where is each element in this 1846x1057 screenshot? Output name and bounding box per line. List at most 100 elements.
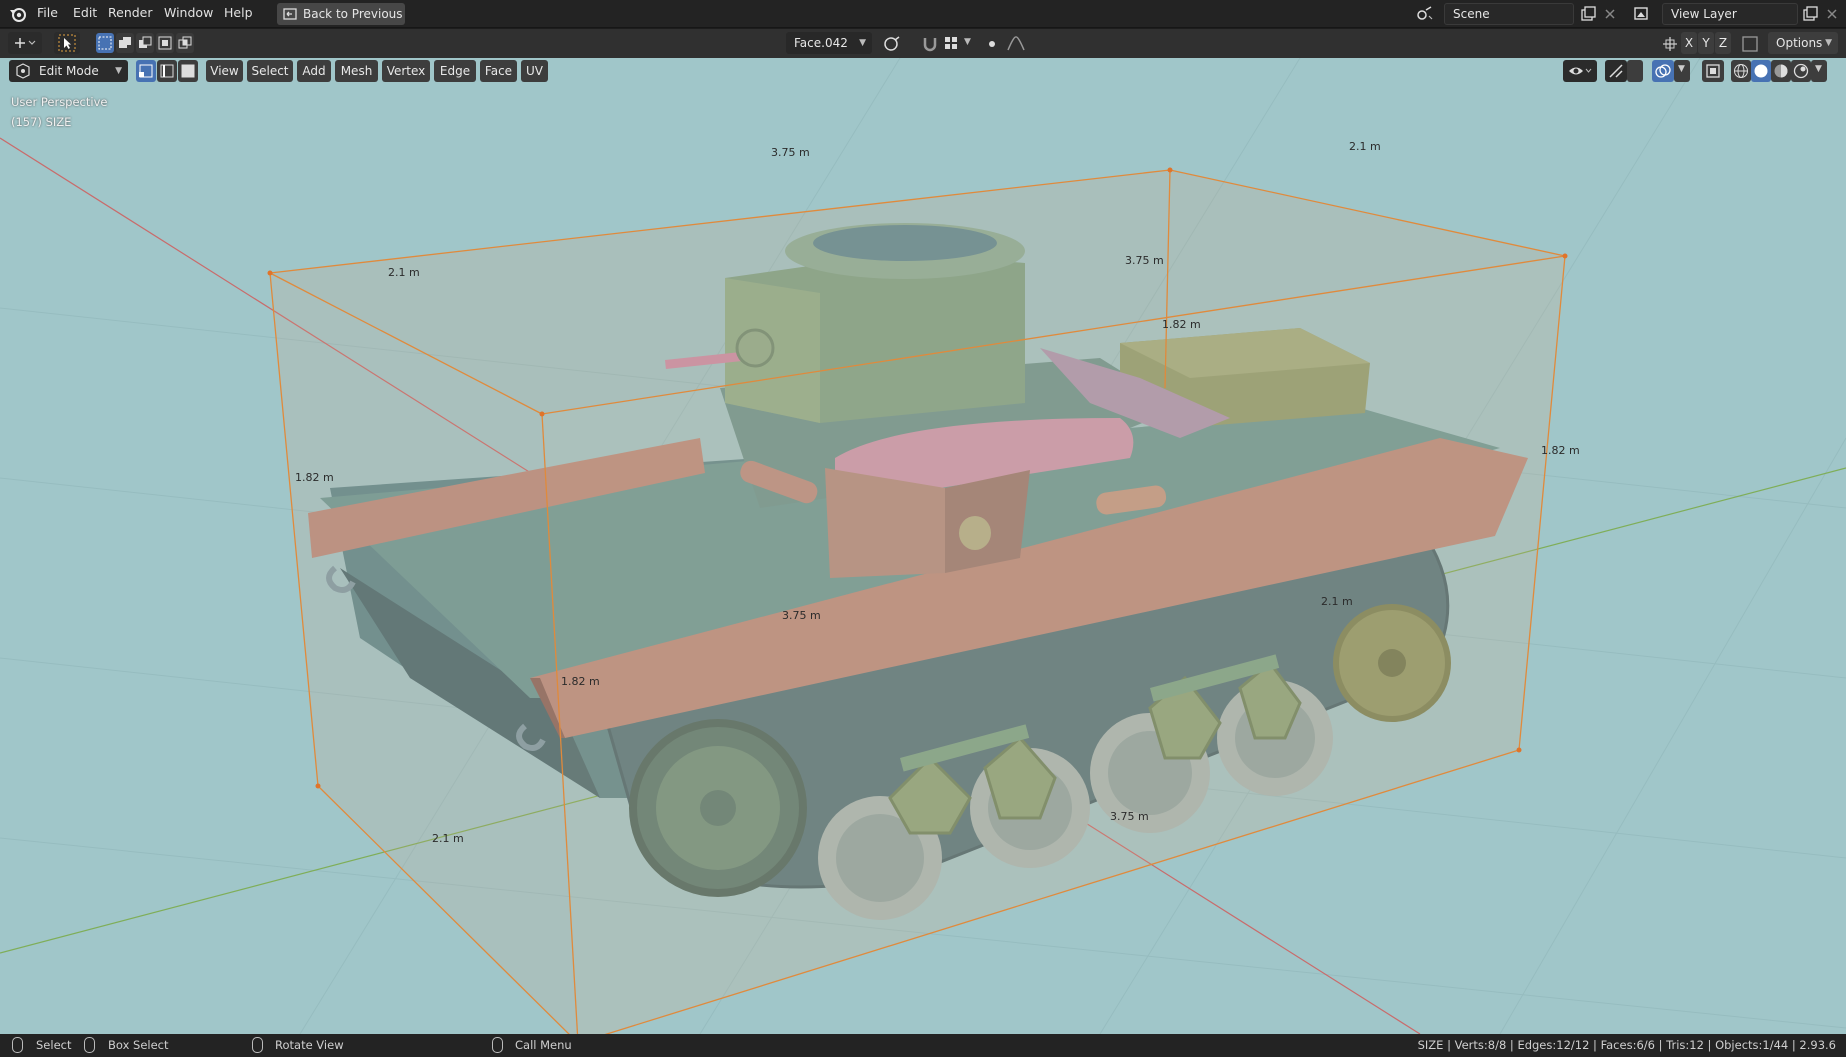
menu-edge[interactable]: Edge bbox=[434, 60, 476, 82]
gizmo-dropdown-button[interactable] bbox=[1627, 60, 1643, 82]
material-shading-button[interactable] bbox=[1771, 60, 1791, 82]
menu-vertex[interactable]: Vertex bbox=[382, 60, 430, 82]
select-mode-intersect-button[interactable] bbox=[176, 33, 194, 53]
menu-help[interactable]: Help bbox=[224, 5, 253, 20]
view-layer-name-label: View Layer bbox=[1671, 7, 1737, 21]
gizmo-toggle-button[interactable] bbox=[1605, 60, 1627, 82]
select-new-icon bbox=[98, 36, 112, 50]
dimension-label: 3.75 m bbox=[1110, 810, 1149, 823]
overlays-toggle-button[interactable] bbox=[1652, 60, 1674, 82]
select-mode-invert-button[interactable] bbox=[156, 33, 174, 53]
back-to-previous-button[interactable]: Back to Previous bbox=[277, 3, 405, 25]
edge-select-icon bbox=[160, 64, 174, 78]
dimension-label: 3.75 m bbox=[771, 146, 810, 159]
rendered-sphere-icon bbox=[1793, 63, 1809, 79]
window-back-icon bbox=[283, 8, 297, 20]
snap-increment-icon[interactable] bbox=[942, 34, 962, 54]
dimension-label: 2.1 m bbox=[432, 832, 464, 845]
select-mode-subtract-button[interactable] bbox=[136, 33, 154, 53]
shading-dropdown-button[interactable]: ▼ bbox=[1811, 60, 1827, 82]
face-select-mode-button[interactable] bbox=[178, 60, 198, 82]
menu-file[interactable]: File bbox=[37, 5, 58, 20]
select-tool-button[interactable] bbox=[54, 32, 80, 54]
proportional-editing-icon[interactable] bbox=[982, 34, 1002, 54]
dimension-label: 1.82 m bbox=[295, 471, 334, 484]
menu-window[interactable]: Window bbox=[164, 5, 213, 20]
xray-toggle-button[interactable] bbox=[1702, 60, 1724, 82]
select-invert-icon bbox=[158, 36, 172, 50]
status-select-hint: Select bbox=[36, 1038, 72, 1052]
scene-canvas[interactable] bbox=[0, 58, 1846, 1034]
menu-face[interactable]: Face bbox=[480, 60, 517, 82]
mirror-axis-z-button[interactable]: Z bbox=[1715, 32, 1731, 54]
menu-view[interactable]: View bbox=[206, 60, 243, 82]
active-object-dropdown[interactable]: Face.042 ▼ bbox=[786, 32, 872, 54]
menu-render[interactable]: Render bbox=[108, 5, 153, 20]
dimension-label: 2.1 m bbox=[388, 266, 420, 279]
edge-select-mode-button[interactable] bbox=[157, 60, 177, 82]
vertex-select-mode-button[interactable] bbox=[136, 60, 156, 82]
rendered-shading-button[interactable] bbox=[1791, 60, 1811, 82]
bounding-box[interactable] bbox=[267, 167, 1568, 1035]
dimension-label: 2.1 m bbox=[1321, 595, 1353, 608]
xray-icon bbox=[1706, 64, 1720, 78]
material-sphere-icon bbox=[1774, 64, 1788, 78]
select-extend-icon bbox=[119, 37, 131, 48]
transform-pivot-icon[interactable] bbox=[882, 34, 902, 54]
snap-chevron-down-icon[interactable]: ▼ bbox=[964, 37, 971, 47]
view-layer-name-field[interactable]: View Layer bbox=[1662, 3, 1798, 25]
mouse-middle-icon bbox=[252, 1037, 263, 1053]
status-call-menu-hint: Call Menu bbox=[515, 1038, 572, 1052]
overlays-chevron-down-icon: ▼ bbox=[1678, 64, 1685, 74]
menu-edit[interactable]: Edit bbox=[73, 5, 97, 20]
auto-merge-icon[interactable] bbox=[1740, 34, 1760, 54]
gizmo-transform-icon[interactable] bbox=[1660, 34, 1680, 54]
falloff-curve-icon[interactable] bbox=[1006, 34, 1026, 54]
mirror-axis-x-button[interactable]: X bbox=[1681, 32, 1697, 54]
shading-chevron-down-icon: ▼ bbox=[1815, 64, 1822, 74]
viewport-tool-header: Face.042 ▼ ▼ X Y Z Options ▼ bbox=[0, 29, 1846, 58]
scene-selector-icon[interactable] bbox=[1414, 4, 1434, 24]
delete-view-layer-icon[interactable] bbox=[1822, 4, 1842, 24]
menu-mesh[interactable]: Mesh bbox=[335, 60, 378, 82]
top-menu-bar: File Edit Render Window Help Back to Pre… bbox=[0, 0, 1846, 28]
mode-chevron-down-icon: ▼ bbox=[115, 66, 122, 76]
object-visibility-button[interactable] bbox=[1563, 60, 1597, 82]
select-mode-extend-button[interactable] bbox=[116, 33, 134, 53]
status-box-select-hint: Box Select bbox=[108, 1038, 169, 1052]
gizmo-icon bbox=[1609, 64, 1623, 78]
chevron-down-icon: ▼ bbox=[859, 38, 866, 48]
select-intersect-icon bbox=[178, 36, 192, 49]
eye-icon bbox=[1569, 67, 1592, 75]
view-layer-selector-icon[interactable] bbox=[1632, 4, 1652, 24]
overlays-dropdown-button[interactable]: ▼ bbox=[1674, 60, 1690, 82]
edit-mode-icon bbox=[16, 63, 30, 79]
viewport-object-info-label: (157) SIZE bbox=[11, 115, 72, 129]
blender-logo-icon[interactable] bbox=[8, 5, 28, 23]
cursor-arrow-icon bbox=[58, 34, 76, 52]
mirror-axis-y-button[interactable]: Y bbox=[1698, 32, 1714, 54]
scene-name-label: Scene bbox=[1453, 7, 1490, 21]
menu-select[interactable]: Select bbox=[247, 60, 293, 82]
menu-add[interactable]: Add bbox=[297, 60, 331, 82]
options-dropdown[interactable]: Options ▼ bbox=[1768, 32, 1838, 54]
menu-uv[interactable]: UV bbox=[521, 60, 548, 82]
mode-label: Edit Mode bbox=[39, 64, 99, 78]
3d-viewport[interactable]: User Perspective (157) SIZE 3.75 m 2.1 m… bbox=[0, 58, 1846, 1034]
status-bar: Select Box Select Rotate View Call Menu … bbox=[0, 1034, 1846, 1057]
scene-name-field[interactable]: Scene bbox=[1444, 3, 1574, 25]
mouse-left-icon bbox=[12, 1037, 23, 1053]
face-select-icon bbox=[181, 64, 195, 78]
new-scene-icon[interactable] bbox=[1578, 4, 1598, 24]
mode-dropdown[interactable]: Edit Mode ▼ bbox=[9, 60, 128, 82]
active-object-label: Face.042 bbox=[794, 36, 848, 50]
delete-scene-icon[interactable] bbox=[1600, 4, 1620, 24]
editor-type-icon bbox=[15, 38, 36, 48]
dimension-label: 1.82 m bbox=[561, 675, 600, 688]
wireframe-shading-button[interactable] bbox=[1731, 60, 1751, 82]
snap-magnet-icon[interactable] bbox=[920, 34, 940, 54]
select-mode-new-button[interactable] bbox=[96, 33, 114, 53]
editor-type-button[interactable] bbox=[8, 32, 42, 54]
solid-shading-button[interactable] bbox=[1751, 60, 1771, 82]
new-view-layer-icon[interactable] bbox=[1800, 4, 1820, 24]
